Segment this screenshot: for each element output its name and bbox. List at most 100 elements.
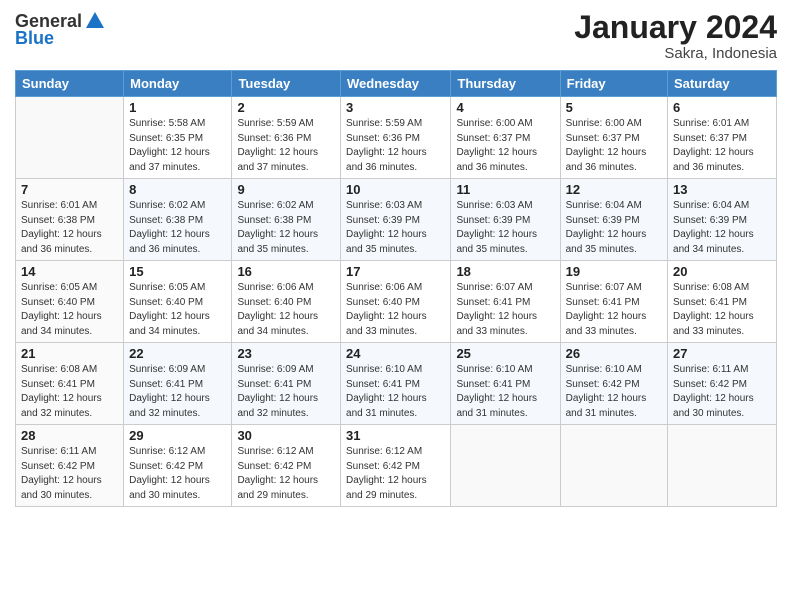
day-number: 23: [237, 346, 335, 361]
day-number: 20: [673, 264, 771, 279]
weekday-header-thursday: Thursday: [451, 71, 560, 97]
calendar-cell: 3 Sunrise: 5:59 AMSunset: 6:36 PMDaylight…: [341, 97, 451, 179]
day-number: 19: [566, 264, 662, 279]
day-info: Sunrise: 6:11 AMSunset: 6:42 PMDaylight:…: [673, 363, 771, 421]
day-info: Sunrise: 6:01 AMSunset: 6:38 PMDaylight:…: [21, 199, 118, 257]
calendar-cell: [451, 425, 560, 507]
day-number: 30: [237, 428, 335, 443]
calendar-table: SundayMondayTuesdayWednesdayThursdayFrid…: [15, 70, 777, 507]
calendar-cell: 2 Sunrise: 5:59 AMSunset: 6:36 PMDaylight…: [232, 97, 341, 179]
day-info: Sunrise: 6:12 AMSunset: 6:42 PMDaylight:…: [346, 445, 445, 503]
day-number: 3: [346, 100, 445, 115]
calendar-cell: 31 Sunrise: 6:12 AMSunset: 6:42 PMDayligh…: [341, 425, 451, 507]
calendar-cell: 19 Sunrise: 6:07 AMSunset: 6:41 PMDayligh…: [560, 261, 667, 343]
day-info: Sunrise: 6:10 AMSunset: 6:41 PMDaylight:…: [346, 363, 445, 421]
weekday-header-saturday: Saturday: [668, 71, 777, 97]
day-info: Sunrise: 6:05 AMSunset: 6:40 PMDaylight:…: [21, 281, 118, 339]
day-info: Sunrise: 6:10 AMSunset: 6:42 PMDaylight:…: [566, 363, 662, 421]
day-number: 14: [21, 264, 118, 279]
header: General Blue January 2024 Sakra, Indones…: [15, 10, 777, 62]
day-number: 26: [566, 346, 662, 361]
day-number: 4: [456, 100, 554, 115]
day-info: Sunrise: 6:00 AMSunset: 6:37 PMDaylight:…: [456, 117, 554, 175]
day-info: Sunrise: 5:59 AMSunset: 6:36 PMDaylight:…: [237, 117, 335, 175]
day-number: 16: [237, 264, 335, 279]
day-number: 21: [21, 346, 118, 361]
calendar-cell: 20 Sunrise: 6:08 AMSunset: 6:41 PMDayligh…: [668, 261, 777, 343]
day-number: 13: [673, 182, 771, 197]
day-number: 29: [129, 428, 226, 443]
weekday-header-sunday: Sunday: [16, 71, 124, 97]
day-number: 12: [566, 182, 662, 197]
calendar-cell: 13 Sunrise: 6:04 AMSunset: 6:39 PMDayligh…: [668, 179, 777, 261]
day-number: 24: [346, 346, 445, 361]
calendar-cell: 5 Sunrise: 6:00 AMSunset: 6:37 PMDaylight…: [560, 97, 667, 179]
day-info: Sunrise: 6:04 AMSunset: 6:39 PMDaylight:…: [566, 199, 662, 257]
calendar-cell: 4 Sunrise: 6:00 AMSunset: 6:37 PMDaylight…: [451, 97, 560, 179]
calendar-cell: [560, 425, 667, 507]
day-number: 5: [566, 100, 662, 115]
calendar-cell: 23 Sunrise: 6:09 AMSunset: 6:41 PMDayligh…: [232, 343, 341, 425]
calendar-cell: 11 Sunrise: 6:03 AMSunset: 6:39 PMDayligh…: [451, 179, 560, 261]
day-number: 2: [237, 100, 335, 115]
calendar-cell: 17Sunrise: 6:06 AMSunset: 6:40 PMDayligh…: [341, 261, 451, 343]
month-year-title: January 2024: [574, 10, 777, 45]
day-info: Sunrise: 6:12 AMSunset: 6:42 PMDaylight:…: [237, 445, 335, 503]
calendar-cell: 8 Sunrise: 6:02 AMSunset: 6:38 PMDaylight…: [124, 179, 232, 261]
calendar-cell: 22 Sunrise: 6:09 AMSunset: 6:41 PMDayligh…: [124, 343, 232, 425]
calendar-cell: 30 Sunrise: 6:12 AMSunset: 6:42 PMDayligh…: [232, 425, 341, 507]
day-info: Sunrise: 6:09 AMSunset: 6:41 PMDaylight:…: [129, 363, 226, 421]
day-number: 27: [673, 346, 771, 361]
calendar-cell: 12 Sunrise: 6:04 AMSunset: 6:39 PMDayligh…: [560, 179, 667, 261]
day-info: Sunrise: 6:08 AMSunset: 6:41 PMDaylight:…: [21, 363, 118, 421]
day-info: Sunrise: 6:09 AMSunset: 6:41 PMDaylight:…: [237, 363, 335, 421]
calendar-cell: 10Sunrise: 6:03 AMSunset: 6:39 PMDayligh…: [341, 179, 451, 261]
weekday-header-friday: Friday: [560, 71, 667, 97]
day-number: 18: [456, 264, 554, 279]
weekday-header-tuesday: Tuesday: [232, 71, 341, 97]
logo: General Blue: [15, 10, 106, 49]
day-number: 22: [129, 346, 226, 361]
calendar-cell: 1 Sunrise: 5:58 AMSunset: 6:35 PMDaylight…: [124, 97, 232, 179]
day-number: 9: [237, 182, 335, 197]
weekday-header-monday: Monday: [124, 71, 232, 97]
calendar-cell: 28Sunrise: 6:11 AMSunset: 6:42 PMDayligh…: [16, 425, 124, 507]
calendar-cell: 6Sunrise: 6:01 AMSunset: 6:37 PMDaylight…: [668, 97, 777, 179]
day-info: Sunrise: 6:10 AMSunset: 6:41 PMDaylight:…: [456, 363, 554, 421]
title-block: January 2024 Sakra, Indonesia: [574, 10, 777, 62]
location-subtitle: Sakra, Indonesia: [574, 45, 777, 62]
calendar-cell: 24 Sunrise: 6:10 AMSunset: 6:41 PMDayligh…: [341, 343, 451, 425]
day-number: 8: [129, 182, 226, 197]
day-info: Sunrise: 6:00 AMSunset: 6:37 PMDaylight:…: [566, 117, 662, 175]
day-number: 1: [129, 100, 226, 115]
page: General Blue January 2024 Sakra, Indones…: [0, 0, 792, 612]
day-number: 28: [21, 428, 118, 443]
calendar-cell: [16, 97, 124, 179]
calendar-cell: 16 Sunrise: 6:06 AMSunset: 6:40 PMDayligh…: [232, 261, 341, 343]
day-info: Sunrise: 6:07 AMSunset: 6:41 PMDaylight:…: [456, 281, 554, 339]
calendar-cell: 21 Sunrise: 6:08 AMSunset: 6:41 PMDayligh…: [16, 343, 124, 425]
calendar-cell: 27 Sunrise: 6:11 AMSunset: 6:42 PMDayligh…: [668, 343, 777, 425]
calendar-cell: 18 Sunrise: 6:07 AMSunset: 6:41 PMDayligh…: [451, 261, 560, 343]
day-number: 10: [346, 182, 445, 197]
day-number: 15: [129, 264, 226, 279]
day-info: Sunrise: 6:04 AMSunset: 6:39 PMDaylight:…: [673, 199, 771, 257]
day-info: Sunrise: 5:58 AMSunset: 6:35 PMDaylight:…: [129, 117, 226, 175]
calendar-cell: 9 Sunrise: 6:02 AMSunset: 6:38 PMDaylight…: [232, 179, 341, 261]
day-number: 17: [346, 264, 445, 279]
day-info: Sunrise: 6:01 AMSunset: 6:37 PMDaylight:…: [673, 117, 771, 175]
calendar-cell: 7Sunrise: 6:01 AMSunset: 6:38 PMDaylight…: [16, 179, 124, 261]
day-info: Sunrise: 6:07 AMSunset: 6:41 PMDaylight:…: [566, 281, 662, 339]
day-info: Sunrise: 6:02 AMSunset: 6:38 PMDaylight:…: [129, 199, 226, 257]
day-info: Sunrise: 6:08 AMSunset: 6:41 PMDaylight:…: [673, 281, 771, 339]
day-number: 11: [456, 182, 554, 197]
day-number: 31: [346, 428, 445, 443]
day-info: Sunrise: 6:03 AMSunset: 6:39 PMDaylight:…: [456, 199, 554, 257]
day-info: Sunrise: 5:59 AMSunset: 6:36 PMDaylight:…: [346, 117, 445, 175]
logo-icon: [84, 10, 106, 32]
calendar-cell: [668, 425, 777, 507]
day-info: Sunrise: 6:06 AMSunset: 6:40 PMDaylight:…: [237, 281, 335, 339]
day-info: Sunrise: 6:05 AMSunset: 6:40 PMDaylight:…: [129, 281, 226, 339]
day-info: Sunrise: 6:02 AMSunset: 6:38 PMDaylight:…: [237, 199, 335, 257]
calendar-cell: 15 Sunrise: 6:05 AMSunset: 6:40 PMDayligh…: [124, 261, 232, 343]
